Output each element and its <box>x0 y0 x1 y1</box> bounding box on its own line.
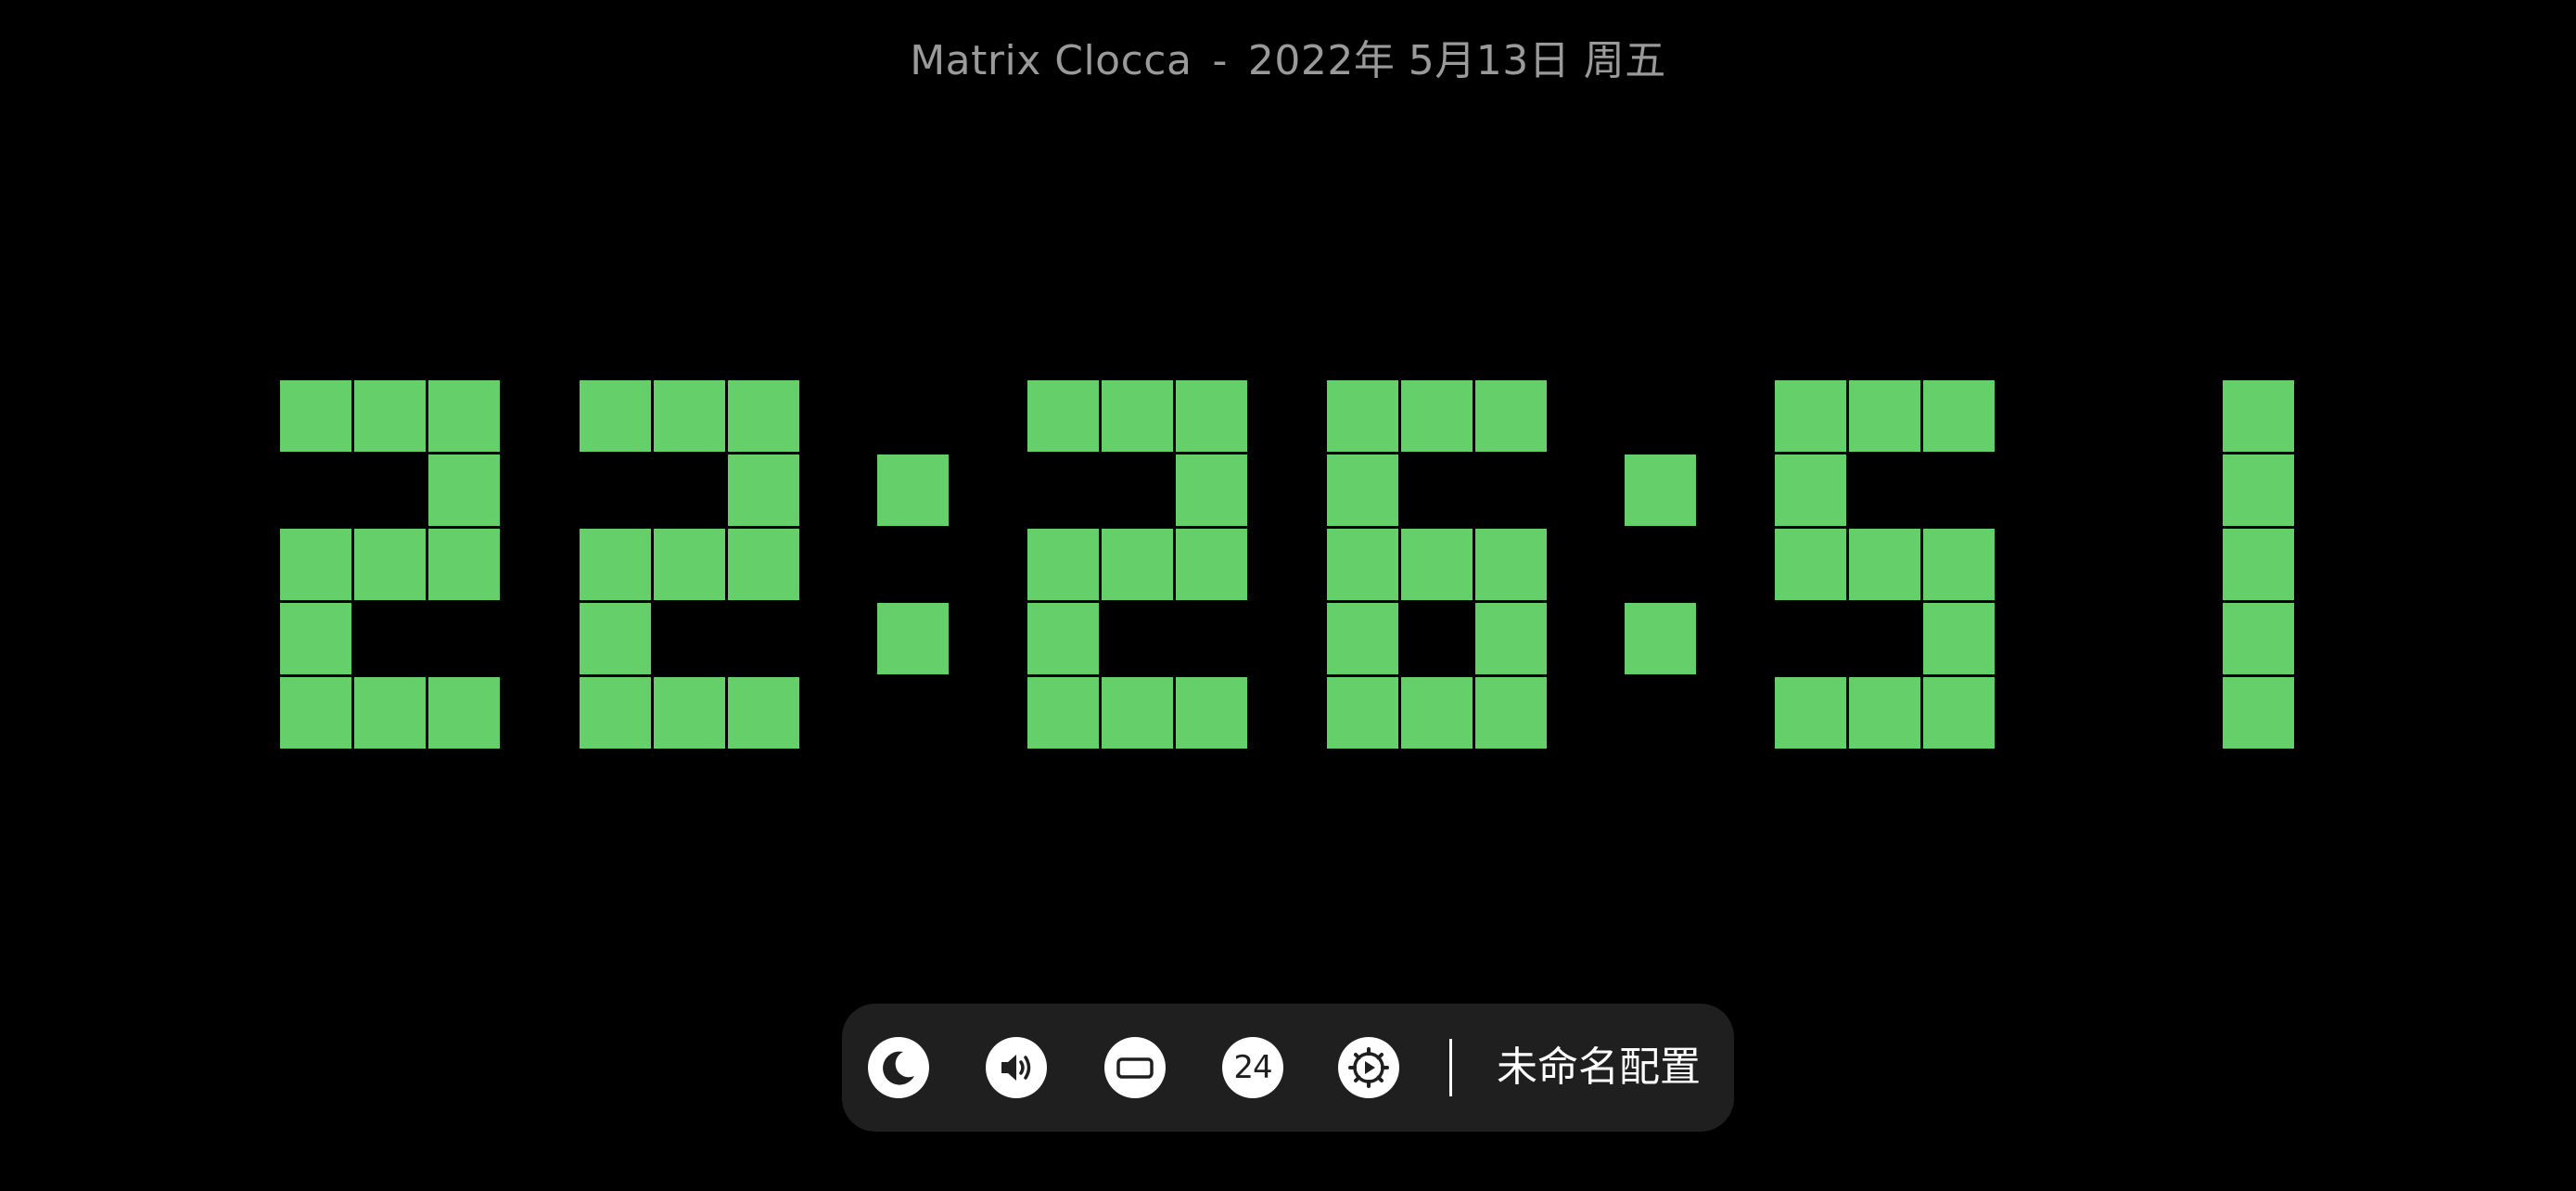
landscape-rect-icon <box>1116 1057 1154 1079</box>
digit-2-cell <box>1102 677 1173 749</box>
gear-play-icon <box>1348 1047 1389 1088</box>
digit-2-cell <box>728 677 799 749</box>
digit-6-cell <box>1475 603 1547 674</box>
digit-6-cell <box>1401 380 1473 452</box>
moon-icon <box>883 1051 914 1085</box>
colon-dot <box>1625 603 1696 674</box>
colon-dot <box>1625 455 1696 526</box>
sound-button[interactable] <box>986 1037 1047 1098</box>
colon-dot <box>877 455 949 526</box>
digit-5-cell <box>1775 529 1846 600</box>
digit-5-cell <box>1923 529 1995 600</box>
digit-2-cell <box>1027 380 1099 452</box>
bottom-toolbar: 24 未命名配置 <box>842 1004 1734 1132</box>
digit-6-cell <box>1475 529 1547 600</box>
digit-2-cell <box>1176 529 1247 600</box>
digit-6-cell <box>1327 603 1398 674</box>
digit-2-cell <box>1027 603 1099 674</box>
digit-2-cell <box>354 529 426 600</box>
night-mode-button[interactable] <box>868 1037 929 1098</box>
clock-24-icon: 24 <box>1233 1049 1272 1086</box>
colon-dot <box>877 603 949 674</box>
digit-6-cell <box>1475 380 1547 452</box>
digit-6-cell <box>1475 677 1547 749</box>
digit-2-cell <box>1176 677 1247 749</box>
digit-2-cell <box>1027 529 1099 600</box>
digit-2-cell <box>654 677 725 749</box>
digit-2-cell <box>580 677 651 749</box>
digit-2-cell <box>728 529 799 600</box>
digit-2-cell <box>428 380 500 452</box>
display-button[interactable] <box>1104 1037 1166 1098</box>
digit-2-cell <box>728 455 799 526</box>
digit-2-cell <box>654 380 725 452</box>
digit-2-cell <box>1176 380 1247 452</box>
digit-5-cell <box>1775 677 1846 749</box>
profile-name[interactable]: 未命名配置 <box>1497 1033 1701 1102</box>
digit-2-cell <box>280 380 351 452</box>
hour-format-button[interactable]: 24 <box>1222 1037 1283 1098</box>
digit-6-cell <box>1401 677 1473 749</box>
digit-6-cell <box>1401 529 1473 600</box>
digit-2-cell <box>580 380 651 452</box>
digit-2-cell <box>1102 529 1173 600</box>
digit-1-cell <box>2223 380 2294 452</box>
digit-5-cell <box>1923 677 1995 749</box>
digit-2-cell <box>280 603 351 674</box>
digit-6-cell <box>1327 529 1398 600</box>
digit-2-cell <box>354 677 426 749</box>
digit-6-cell <box>1327 380 1398 452</box>
digit-6-cell <box>1327 677 1398 749</box>
digit-5-cell <box>1775 455 1846 526</box>
settings-button[interactable] <box>1338 1037 1399 1098</box>
digit-5-cell <box>1849 529 1920 600</box>
digit-2-cell <box>428 455 500 526</box>
digit-2-cell <box>1027 677 1099 749</box>
digit-5-cell <box>1849 677 1920 749</box>
digit-2-cell <box>654 529 725 600</box>
digit-5-cell <box>1849 380 1920 452</box>
digit-5-cell <box>1923 603 1995 674</box>
digit-2-cell <box>354 380 426 452</box>
digit-2-cell <box>580 603 651 674</box>
digit-1-cell <box>2223 529 2294 600</box>
digit-1-cell <box>2223 603 2294 674</box>
digit-2-cell <box>580 529 651 600</box>
digit-5-cell <box>1923 380 1995 452</box>
digit-2-cell <box>280 529 351 600</box>
digit-5-cell <box>1775 380 1846 452</box>
digit-2-cell <box>1176 455 1247 526</box>
digit-2-cell <box>728 380 799 452</box>
digit-1-cell <box>2223 455 2294 526</box>
speaker-icon <box>1001 1055 1031 1081</box>
toolbar-divider <box>1449 1039 1452 1096</box>
digit-2-cell <box>428 529 500 600</box>
digit-2-cell <box>1102 380 1173 452</box>
digit-1-cell <box>2223 677 2294 749</box>
digit-2-cell <box>280 677 351 749</box>
digit-6-cell <box>1327 455 1398 526</box>
digit-2-cell <box>428 677 500 749</box>
